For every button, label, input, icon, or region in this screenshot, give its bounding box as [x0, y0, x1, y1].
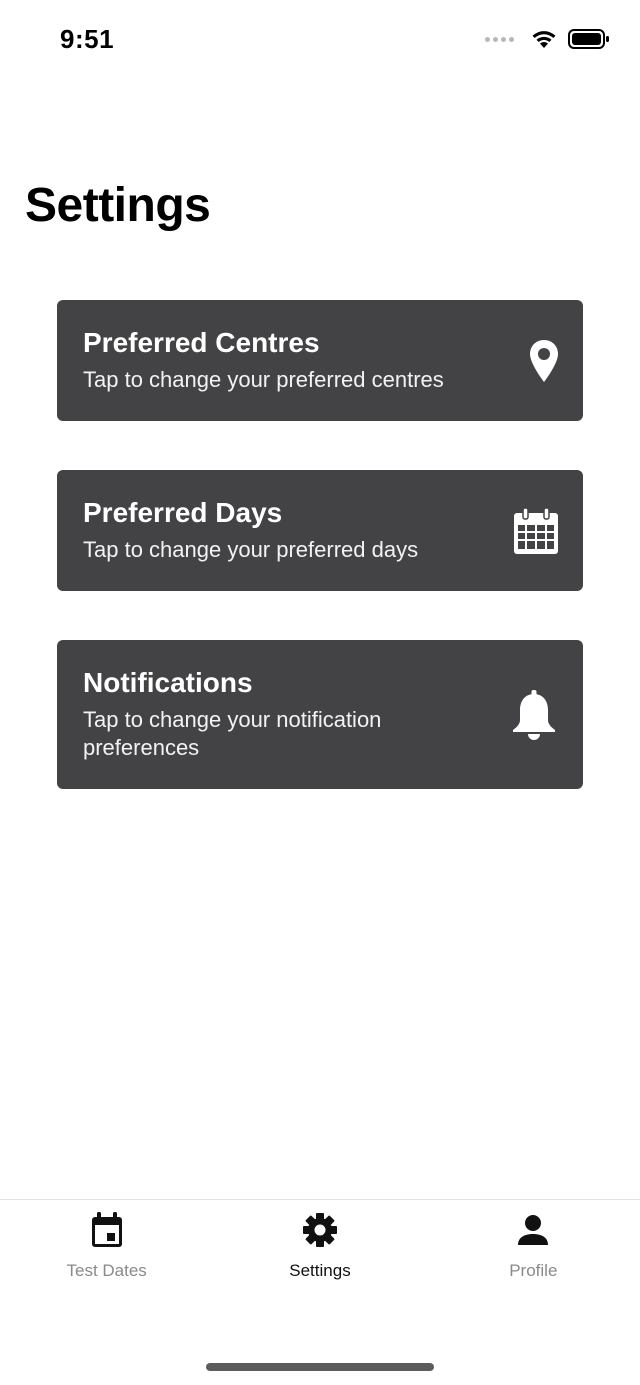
card-text: Notifications Tap to change your notific…: [83, 666, 483, 762]
status-time: 9:51: [60, 24, 115, 54]
preferred-centres-card[interactable]: Preferred Centres Tap to change your pre…: [57, 300, 583, 421]
person-icon: [515, 1212, 551, 1248]
tab-label: Test Dates: [66, 1261, 147, 1280]
page-title: Settings: [25, 179, 211, 232]
battery-icon: [568, 29, 609, 49]
notifications-card[interactable]: Notifications Tap to change your notific…: [57, 640, 583, 789]
card-subtitle: Tap to change your notification preferen…: [83, 707, 382, 760]
tab-test-dates[interactable]: Test Dates: [0, 1200, 213, 1320]
wifi-icon: [532, 31, 556, 48]
preferred-days-card[interactable]: Preferred Days Tap to change your prefer…: [57, 470, 583, 591]
status-bar: 9:51: [0, 0, 640, 80]
card-title: Preferred Centres: [83, 327, 320, 358]
card-title: Preferred Days: [83, 497, 283, 528]
tab-bar: Test Dates Settings Profile: [0, 1199, 640, 1320]
tab-label: Profile: [509, 1261, 558, 1280]
card-subtitle: Tap to change your preferred centres: [83, 367, 444, 392]
tab-profile[interactable]: Profile: [427, 1200, 640, 1320]
status-icons: [485, 28, 610, 50]
bell-icon: [511, 689, 557, 740]
settings-screen: 9:51 Settings Preferred Centres Tap to c…: [0, 0, 640, 1385]
cellular-signal-icon: [485, 36, 514, 42]
tab-label: Settings: [289, 1261, 351, 1280]
card-subtitle: Tap to change your preferred days: [83, 537, 419, 562]
map-pin-icon: [529, 339, 559, 383]
card-text: Preferred Centres Tap to change your pre…: [83, 326, 483, 394]
tab-settings[interactable]: Settings: [213, 1200, 426, 1320]
calendar-event-icon: [89, 1212, 125, 1248]
home-indicator: [206, 1363, 434, 1371]
gear-icon: [302, 1212, 338, 1248]
card-text: Preferred Days Tap to change your prefer…: [83, 496, 483, 564]
card-title: Notifications: [83, 667, 253, 698]
calendar-icon: [513, 506, 559, 555]
